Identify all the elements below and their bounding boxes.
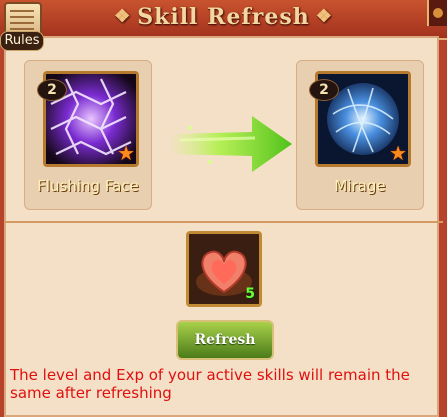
star-icon: ★ bbox=[389, 141, 407, 165]
refresh-item-slot[interactable]: 5 bbox=[186, 231, 262, 307]
title-text: Skill Refresh bbox=[137, 4, 310, 30]
new-skill-card[interactable]: 2 ★ Mirage bbox=[296, 60, 424, 210]
divider bbox=[4, 221, 443, 223]
title-ornament-right: ❖ bbox=[315, 6, 333, 27]
current-skill-name: Flushing Face bbox=[37, 177, 139, 195]
refresh-note: The level and Exp of your active skills … bbox=[10, 366, 410, 402]
rules-label: Rules bbox=[0, 31, 44, 51]
skill-level-badge: 2 bbox=[37, 79, 67, 101]
title-ornament-left: ❖ bbox=[114, 6, 132, 27]
close-tab[interactable] bbox=[427, 0, 447, 26]
current-skill-card[interactable]: 2 ★ Flushing Face bbox=[24, 60, 152, 210]
window-title: ❖ Skill Refresh ❖ bbox=[0, 4, 447, 30]
skill-level-badge: 2 bbox=[309, 79, 339, 101]
item-count: 5 bbox=[245, 286, 255, 302]
right-arrow-icon bbox=[170, 116, 292, 172]
skill-refresh-window: ❖ Skill Refresh ❖ Rules 2 ★ Flushing Fac… bbox=[0, 0, 447, 417]
title-bar: ❖ Skill Refresh ❖ bbox=[0, 0, 447, 40]
rules-button[interactable]: Rules bbox=[0, 0, 44, 54]
refresh-button[interactable]: Refresh bbox=[176, 320, 274, 360]
new-skill-name: Mirage bbox=[334, 177, 386, 195]
star-icon: ★ bbox=[117, 141, 135, 165]
